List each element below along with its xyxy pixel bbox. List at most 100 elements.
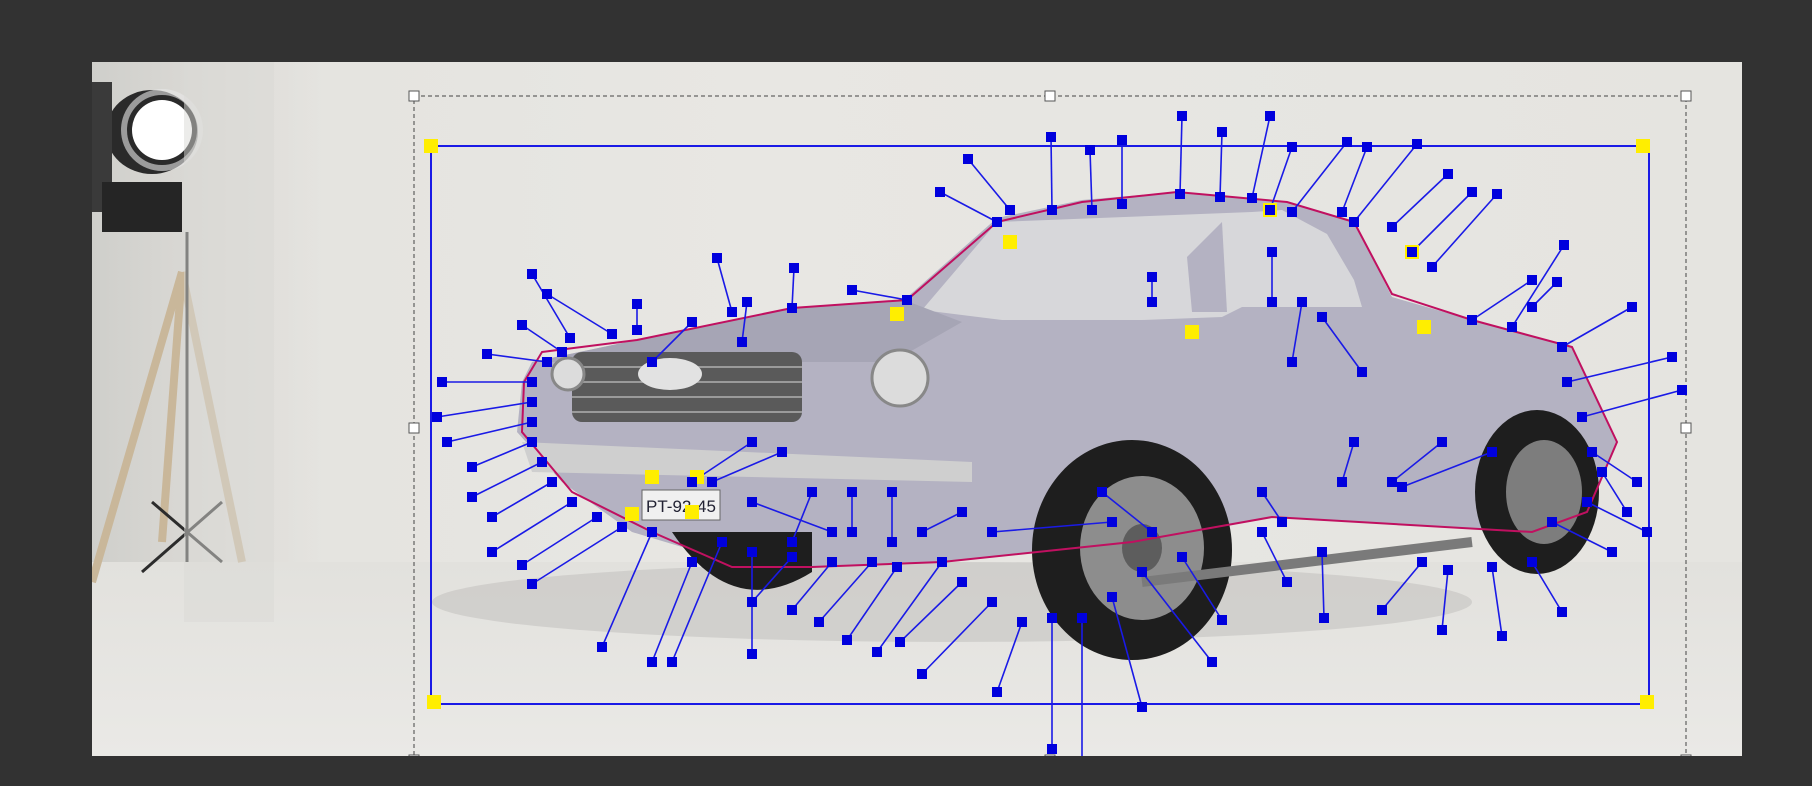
control-handle[interactable] [747, 437, 757, 447]
control-point[interactable] [687, 557, 697, 567]
control-point[interactable] [547, 477, 557, 487]
control-point[interactable] [1077, 613, 1087, 623]
anchor-point[interactable] [645, 470, 659, 484]
control-point[interactable] [1443, 565, 1453, 575]
control-handle[interactable] [1147, 527, 1157, 537]
control-handle[interactable] [777, 447, 787, 457]
control-handle[interactable] [467, 462, 477, 472]
control-point[interactable] [1387, 222, 1397, 232]
resize-handle-icon[interactable] [1044, 90, 1056, 102]
control-handle[interactable] [597, 642, 607, 652]
control-handle[interactable] [1622, 507, 1632, 517]
control-handle[interactable] [527, 579, 537, 589]
control-handle[interactable] [1207, 657, 1217, 667]
control-point[interactable] [787, 552, 797, 562]
control-point[interactable] [1097, 487, 1107, 497]
control-handle[interactable] [789, 263, 799, 273]
control-handle[interactable] [687, 317, 697, 327]
control-handle[interactable] [1342, 137, 1352, 147]
control-point[interactable] [1547, 517, 1557, 527]
control-point[interactable] [527, 397, 537, 407]
control-point[interactable] [1587, 447, 1597, 457]
control-handle[interactable] [1265, 111, 1275, 121]
control-point[interactable] [617, 522, 627, 532]
control-point[interactable] [1287, 207, 1297, 217]
image-canvas[interactable]: PT-92-45 [92, 62, 1742, 756]
control-handle[interactable] [887, 487, 897, 497]
control-handle[interactable] [667, 657, 677, 667]
control-handle[interactable] [807, 487, 817, 497]
control-handle[interactable] [842, 635, 852, 645]
control-point[interactable] [557, 347, 567, 357]
control-point[interactable] [1582, 497, 1592, 507]
control-handle[interactable] [1627, 302, 1637, 312]
control-point[interactable] [565, 333, 575, 343]
control-handle[interactable] [747, 597, 757, 607]
control-handle[interactable] [1217, 127, 1227, 137]
control-handle[interactable] [482, 349, 492, 359]
control-point[interactable] [1087, 205, 1097, 215]
control-point[interactable] [1257, 487, 1267, 497]
control-point[interactable] [1047, 613, 1057, 623]
control-point[interactable] [1577, 412, 1587, 422]
control-handle[interactable] [827, 527, 837, 537]
control-handle[interactable] [1282, 577, 1292, 587]
control-point[interactable] [527, 417, 537, 427]
control-point[interactable] [1177, 552, 1187, 562]
control-handle[interactable] [1667, 352, 1677, 362]
control-point[interactable] [847, 527, 857, 537]
control-point[interactable] [957, 577, 967, 587]
control-handle[interactable] [1137, 702, 1147, 712]
control-point[interactable] [1407, 247, 1417, 257]
control-point[interactable] [1427, 262, 1437, 272]
control-point[interactable] [1005, 205, 1015, 215]
control-point[interactable] [902, 295, 912, 305]
control-point[interactable] [747, 497, 757, 507]
control-point[interactable] [892, 562, 902, 572]
anchor-point[interactable] [1636, 139, 1650, 153]
control-handle[interactable] [1046, 132, 1056, 142]
anchor-point[interactable] [1003, 235, 1017, 249]
control-point[interactable] [537, 457, 547, 467]
control-point[interactable] [1417, 557, 1427, 567]
control-point[interactable] [1349, 217, 1359, 227]
control-handle[interactable] [1492, 189, 1502, 199]
resize-handle-icon[interactable] [1680, 422, 1692, 434]
control-point[interactable] [542, 357, 552, 367]
control-point[interactable] [527, 437, 537, 447]
anchor-point[interactable] [427, 695, 441, 709]
control-point[interactable] [1397, 482, 1407, 492]
resize-handle-icon[interactable] [1044, 754, 1056, 756]
control-point[interactable] [1597, 467, 1607, 477]
control-point[interactable] [1047, 205, 1057, 215]
control-handle[interactable] [467, 492, 477, 502]
control-handle[interactable] [1437, 625, 1447, 635]
control-handle[interactable] [1467, 187, 1477, 197]
control-point[interactable] [607, 329, 617, 339]
control-point[interactable] [647, 357, 657, 367]
control-handle[interactable] [632, 299, 642, 309]
anchor-point[interactable] [625, 507, 639, 521]
control-handle[interactable] [1357, 367, 1367, 377]
control-point[interactable] [632, 325, 642, 335]
control-point[interactable] [1527, 557, 1537, 567]
control-point[interactable] [1337, 477, 1347, 487]
control-handle[interactable] [992, 687, 1002, 697]
control-point[interactable] [1562, 377, 1572, 387]
control-handle[interactable] [1047, 744, 1057, 754]
control-handle[interactable] [1677, 385, 1687, 395]
control-handle[interactable] [1147, 272, 1157, 282]
control-handle[interactable] [1319, 613, 1329, 623]
control-point[interactable] [567, 497, 577, 507]
control-handle[interactable] [1642, 527, 1652, 537]
anchor-point[interactable] [1417, 320, 1431, 334]
control-point[interactable] [647, 527, 657, 537]
control-point[interactable] [867, 557, 877, 567]
control-handle[interactable] [814, 617, 824, 627]
control-point[interactable] [727, 307, 737, 317]
warp-overlay[interactable] [92, 62, 1742, 756]
control-handle[interactable] [1559, 240, 1569, 250]
control-handle[interactable] [895, 637, 905, 647]
control-point[interactable] [747, 547, 757, 557]
anchor-point[interactable] [424, 139, 438, 153]
